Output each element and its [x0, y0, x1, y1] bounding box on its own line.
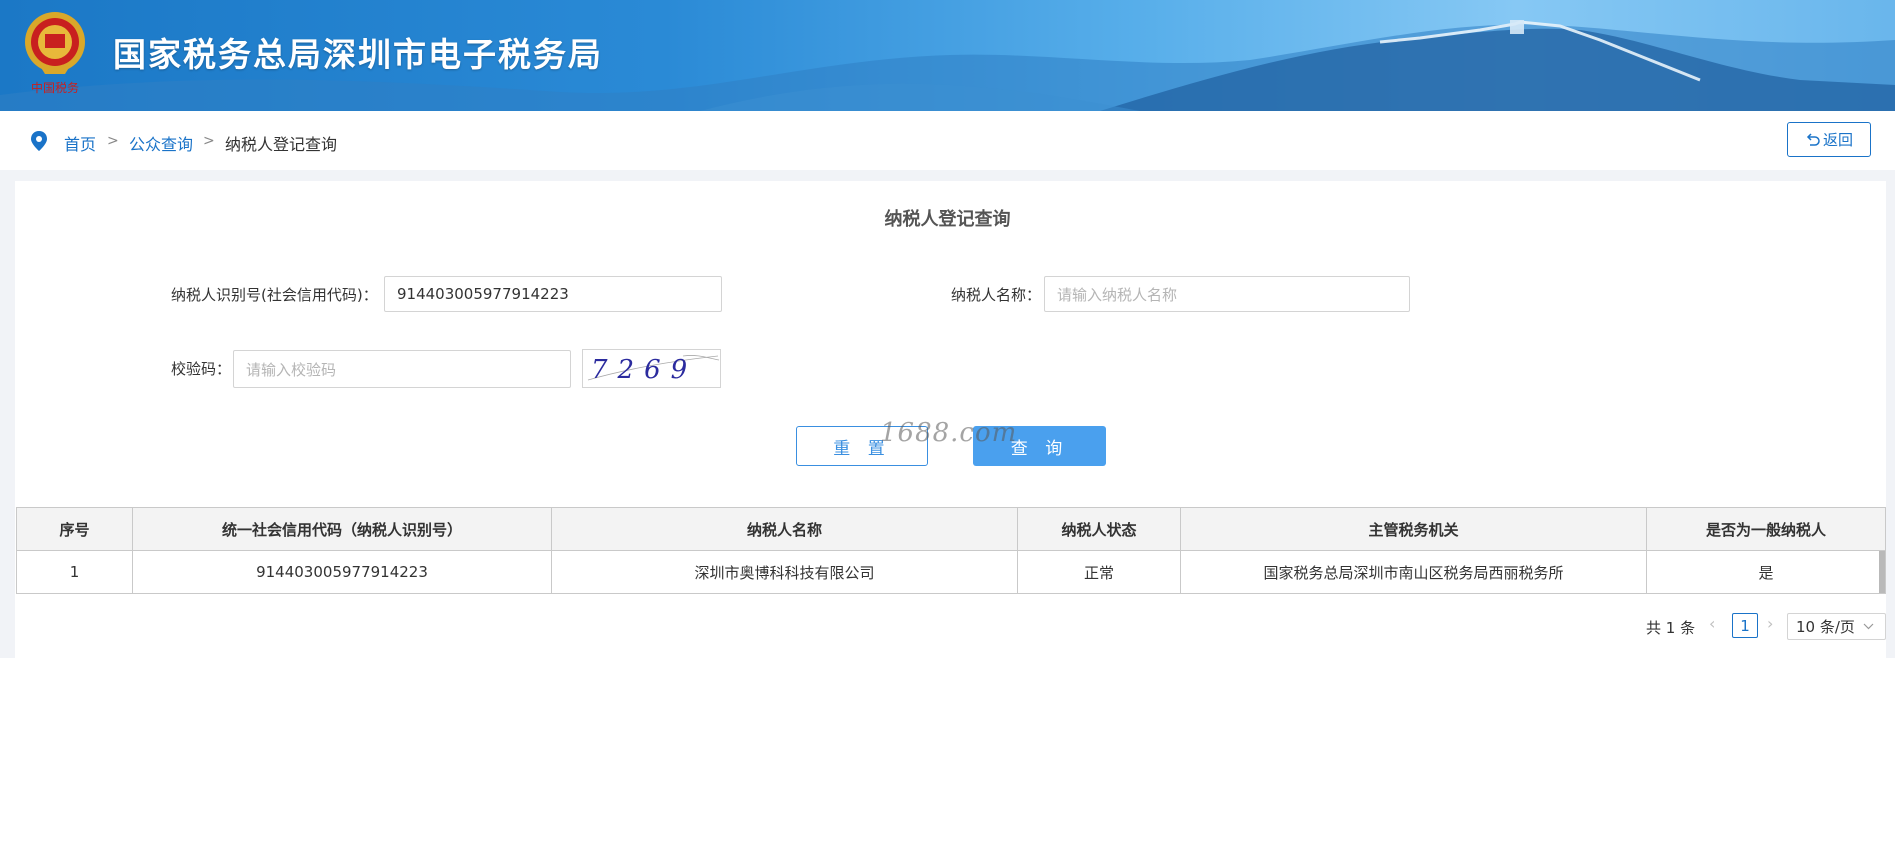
taxpayer-name-label: 纳税人名称：: [951, 286, 1042, 304]
pagination-current-page[interactable]: 1: [1732, 613, 1758, 638]
page-size-value: 10 条/页: [1796, 618, 1855, 636]
column-header-credit-code: 统一社会信用代码（纳税人识别号）: [132, 507, 552, 551]
cell-credit-code: 914403005977914223: [132, 550, 552, 594]
table-row[interactable]: 1 914403005977914223 深圳市奥博科科技有限公司 正常 国家税…: [16, 550, 1886, 594]
tax-emblem-icon: 中国税务: [25, 12, 85, 95]
column-header-general-taxpayer: 是否为一般纳税人: [1646, 507, 1886, 551]
back-button[interactable]: 返回: [1787, 122, 1871, 157]
chevron-down-icon: [1863, 623, 1874, 630]
taxpayer-id-input[interactable]: 914403005977914223: [384, 276, 722, 312]
column-header-status: 纳税人状态: [1017, 507, 1181, 551]
column-header-index: 序号: [16, 507, 133, 551]
page-gutter-right: [1886, 181, 1895, 658]
cell-tax-authority: 国家税务总局深圳市南山区税务局西丽税务所: [1180, 550, 1647, 594]
column-header-taxpayer-name: 纳税人名称: [551, 507, 1018, 551]
back-button-label: 返回: [1822, 131, 1853, 149]
page-gutter-left: [0, 181, 15, 658]
chevron-left-icon[interactable]: ‹: [1709, 614, 1715, 633]
breadcrumb-current: 纳税人登记查询: [225, 135, 338, 154]
page-title: 纳税人登记查询: [884, 209, 1011, 230]
column-header-tax-authority: 主管税务机关: [1180, 507, 1647, 551]
taxpayer-id-label: 纳税人识别号(社会信用代码)：: [171, 286, 378, 304]
site-header-banner: 中国税务 国家税务总局深圳市电子税务局: [0, 0, 1895, 111]
site-title: 国家税务总局深圳市电子税务局: [113, 35, 603, 74]
table-header-row: 序号 统一社会信用代码（纳税人识别号） 纳税人名称 纳税人状态 主管税务机关 是…: [16, 507, 1886, 551]
cell-general-taxpayer: 是: [1646, 550, 1886, 594]
cell-taxpayer-name: 深圳市奥博科科技有限公司: [551, 550, 1018, 594]
results-table: 序号 统一社会信用代码（纳税人识别号） 纳税人名称 纳税人状态 主管税务机关 是…: [16, 507, 1886, 594]
undo-icon: [1806, 132, 1820, 146]
cell-index: 1: [16, 550, 133, 594]
captcha-text: 7269: [591, 355, 697, 385]
captcha-label: 校验码：: [171, 360, 232, 378]
watermark-text: 1688.com: [880, 418, 1018, 448]
taxpayer-name-input[interactable]: 请输入纳税人名称: [1044, 276, 1410, 312]
pagination-total: 共 1 条: [1646, 619, 1696, 637]
page-size-select[interactable]: 10 条/页: [1787, 613, 1886, 640]
captcha-image[interactable]: 7269: [582, 349, 721, 388]
logo-text: 中国税务: [31, 80, 79, 95]
location-pin-icon: [31, 131, 47, 151]
captcha-digits: 7269: [587, 355, 720, 385]
breadcrumb-bar: 首页 > 公众查询 > 纳税人登记查询: [0, 111, 1895, 170]
table-scrollbar[interactable]: [1879, 551, 1885, 593]
breadcrumb-separator: >: [107, 133, 119, 149]
page-separator: [0, 170, 1895, 181]
breadcrumb-public-query[interactable]: 公众查询: [129, 131, 193, 155]
cell-status: 正常: [1017, 550, 1181, 594]
captcha-input[interactable]: 请输入校验码: [233, 350, 571, 388]
breadcrumb-home[interactable]: 首页: [64, 131, 96, 155]
chevron-right-icon[interactable]: ›: [1767, 614, 1773, 633]
breadcrumb-separator: >: [203, 133, 215, 149]
